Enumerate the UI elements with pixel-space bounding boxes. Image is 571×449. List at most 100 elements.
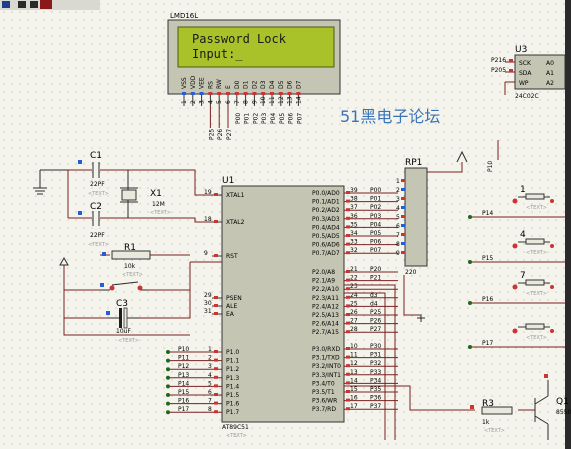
toolbar-icon[interactable] xyxy=(40,0,52,9)
lcd-pin-number: 2 xyxy=(190,100,197,104)
c2-text: <TEXT> xyxy=(88,242,109,248)
rp1-pin-number: 8 xyxy=(396,241,400,248)
mcu-pin-name: P1.6 xyxy=(226,401,239,408)
x1-value: 12M xyxy=(152,201,165,208)
keypad-matrix[interactable]: P14<TEXT>1P15<TEXT>4P16<TEXT>7P17<TEXT> … xyxy=(468,140,565,349)
port-net: P33 xyxy=(370,369,381,376)
mcu-pin-name: P3.6/WR xyxy=(312,398,337,405)
mcu-pin-name: P1.3 xyxy=(226,375,239,382)
mcu-pin-name: P0.0/AD0 xyxy=(312,190,340,197)
pin-marker xyxy=(401,188,405,191)
lcd-pin-number: 4 xyxy=(207,100,214,104)
key-contact xyxy=(550,199,554,203)
mcu-pin-number: 1 xyxy=(208,346,212,353)
mcu-pin-number: 6 xyxy=(208,389,212,396)
c1-text: <TEXT> xyxy=(88,191,109,197)
pin-marker xyxy=(346,313,350,316)
p1-net: P10 xyxy=(178,346,189,353)
mcu-pin-name: P2.7/A15 xyxy=(312,329,339,336)
net-node xyxy=(468,260,472,264)
port-net: P05 xyxy=(370,230,381,237)
rp1-pins: 1 2 3 4 5 6 7 8 9 xyxy=(396,178,405,257)
mcu-pin-name: P2.2/A10 xyxy=(312,286,339,293)
x1-ref: X1 xyxy=(150,189,162,199)
lcd-pin-number: 11 xyxy=(269,96,276,104)
pin-marker xyxy=(296,92,301,95)
lcd-pin-number: 13 xyxy=(287,96,294,104)
mcu-pin-name: P3.5/T1 xyxy=(312,389,335,396)
lcd-pin-label: E xyxy=(225,85,232,89)
pin-marker xyxy=(346,234,350,237)
resistor-pack-rp1[interactable]: RP1 1 2 3 4 5 6 7 8 9 220 xyxy=(396,150,468,276)
pin-marker xyxy=(214,193,218,196)
pin-marker xyxy=(346,347,350,350)
lcd-pin-label: VSS xyxy=(181,77,188,89)
mcu-pin-number: 35 xyxy=(350,221,358,228)
pin-marker xyxy=(401,215,405,218)
u3-pin-a2: A2 xyxy=(546,80,554,87)
mcu-pin-name: P3.3/INT1 xyxy=(312,372,341,379)
pin-marker xyxy=(214,410,218,414)
mcu-pin-number: 31 xyxy=(204,308,212,315)
oscillator-circuit[interactable]: C1 22PF <TEXT> C2 22PF <TEXT> X1 12M <TE… xyxy=(33,151,222,248)
rp1-pin-number: 4 xyxy=(396,205,400,212)
lcd-module[interactable]: LMD16L Password Lock Input:_ VSS 1 VDD 2 VEE… xyxy=(167,12,341,140)
reset-circuit[interactable]: R1 10k <TEXT> C3 10uF <TEXT> xyxy=(59,243,222,344)
mcu-pin-name: P0.6/AD6 xyxy=(312,242,340,249)
mcu-pin-name: P0.2/AD2 xyxy=(312,207,340,214)
u3-pin-a0: A0 xyxy=(546,60,554,67)
toolbar-icon[interactable] xyxy=(2,1,10,8)
c3-ref: C3 xyxy=(116,299,128,309)
pin-marker xyxy=(287,92,292,95)
pin-marker xyxy=(278,92,283,95)
p1-net: P17 xyxy=(178,406,189,413)
lcd-data-net: P00 xyxy=(235,113,242,124)
keypad-row-net: P17 xyxy=(482,340,493,347)
key-contact xyxy=(512,284,518,290)
pin-marker xyxy=(214,350,218,353)
rp1-pin-number: 1 xyxy=(396,178,400,185)
lcd-pin-label: D4 xyxy=(269,80,276,89)
pin-marker xyxy=(346,407,350,411)
mcu-pin-number: 5 xyxy=(208,380,212,387)
lcd-line-2: Input:_ xyxy=(192,47,243,61)
mcu-pin-name: P2.3/A11 xyxy=(312,295,339,302)
mcu-pin-name: XTAL1 xyxy=(226,192,245,199)
lcd-data-net: P03 xyxy=(261,113,268,124)
schematic-canvas[interactable]: LMD16L Password Lock Input:_ VSS 1 VDD 2 VEE… xyxy=(0,0,571,449)
pin-marker xyxy=(214,375,218,379)
rp1-pin-number: 5 xyxy=(396,214,400,221)
key-switch-body xyxy=(525,238,545,245)
lcd-pin-label: D3 xyxy=(260,80,267,89)
lcd-pin-label: D6 xyxy=(287,80,294,89)
lcd-pin-label: D2 xyxy=(251,80,258,89)
port-net: P20 xyxy=(370,266,381,273)
pin-marker xyxy=(509,69,513,72)
lcd-data-net: P02 xyxy=(252,113,259,124)
key-switch-body xyxy=(525,279,545,286)
pin-marker xyxy=(182,92,186,95)
vcc-arrow xyxy=(59,256,69,266)
mcu-pin-name: P2.4/A12 xyxy=(312,303,339,310)
vcc-arrow xyxy=(456,150,468,163)
pin-marker xyxy=(226,92,230,95)
lcd-pin-label: RS xyxy=(207,81,214,89)
mcu-pin-number: 37 xyxy=(350,204,358,211)
toolbar-icon[interactable] xyxy=(30,1,38,8)
c3-value: 10uF xyxy=(116,328,131,335)
net-node xyxy=(166,401,170,406)
mcu-pin-name: P3.2/INT0 xyxy=(312,363,341,370)
pin-marker xyxy=(346,295,350,299)
scrollbar[interactable] xyxy=(565,0,571,449)
lcd-pin-label: D0 xyxy=(234,80,241,89)
toolbar-icon[interactable] xyxy=(18,1,26,8)
eeprom-u3[interactable]: U3 SCK SDA WP A0 A1 A2 24C02C P216 P205 xyxy=(491,45,566,100)
lcd-data-net: P05 xyxy=(279,113,286,124)
u3-pin-sda: SDA xyxy=(519,70,532,77)
r3-text: <TEXT> xyxy=(484,428,505,434)
q1-value: 8550 xyxy=(556,409,571,416)
r3-value: 1k xyxy=(482,419,490,426)
mcu-pin-number: 2 xyxy=(208,355,212,362)
mcu-pin-number: 27 xyxy=(350,318,358,325)
mcu-u1[interactable]: U1 19 XTAL118 XTAL29 RST29 PSEN30 ALE31 EAP10 1… xyxy=(166,176,398,439)
